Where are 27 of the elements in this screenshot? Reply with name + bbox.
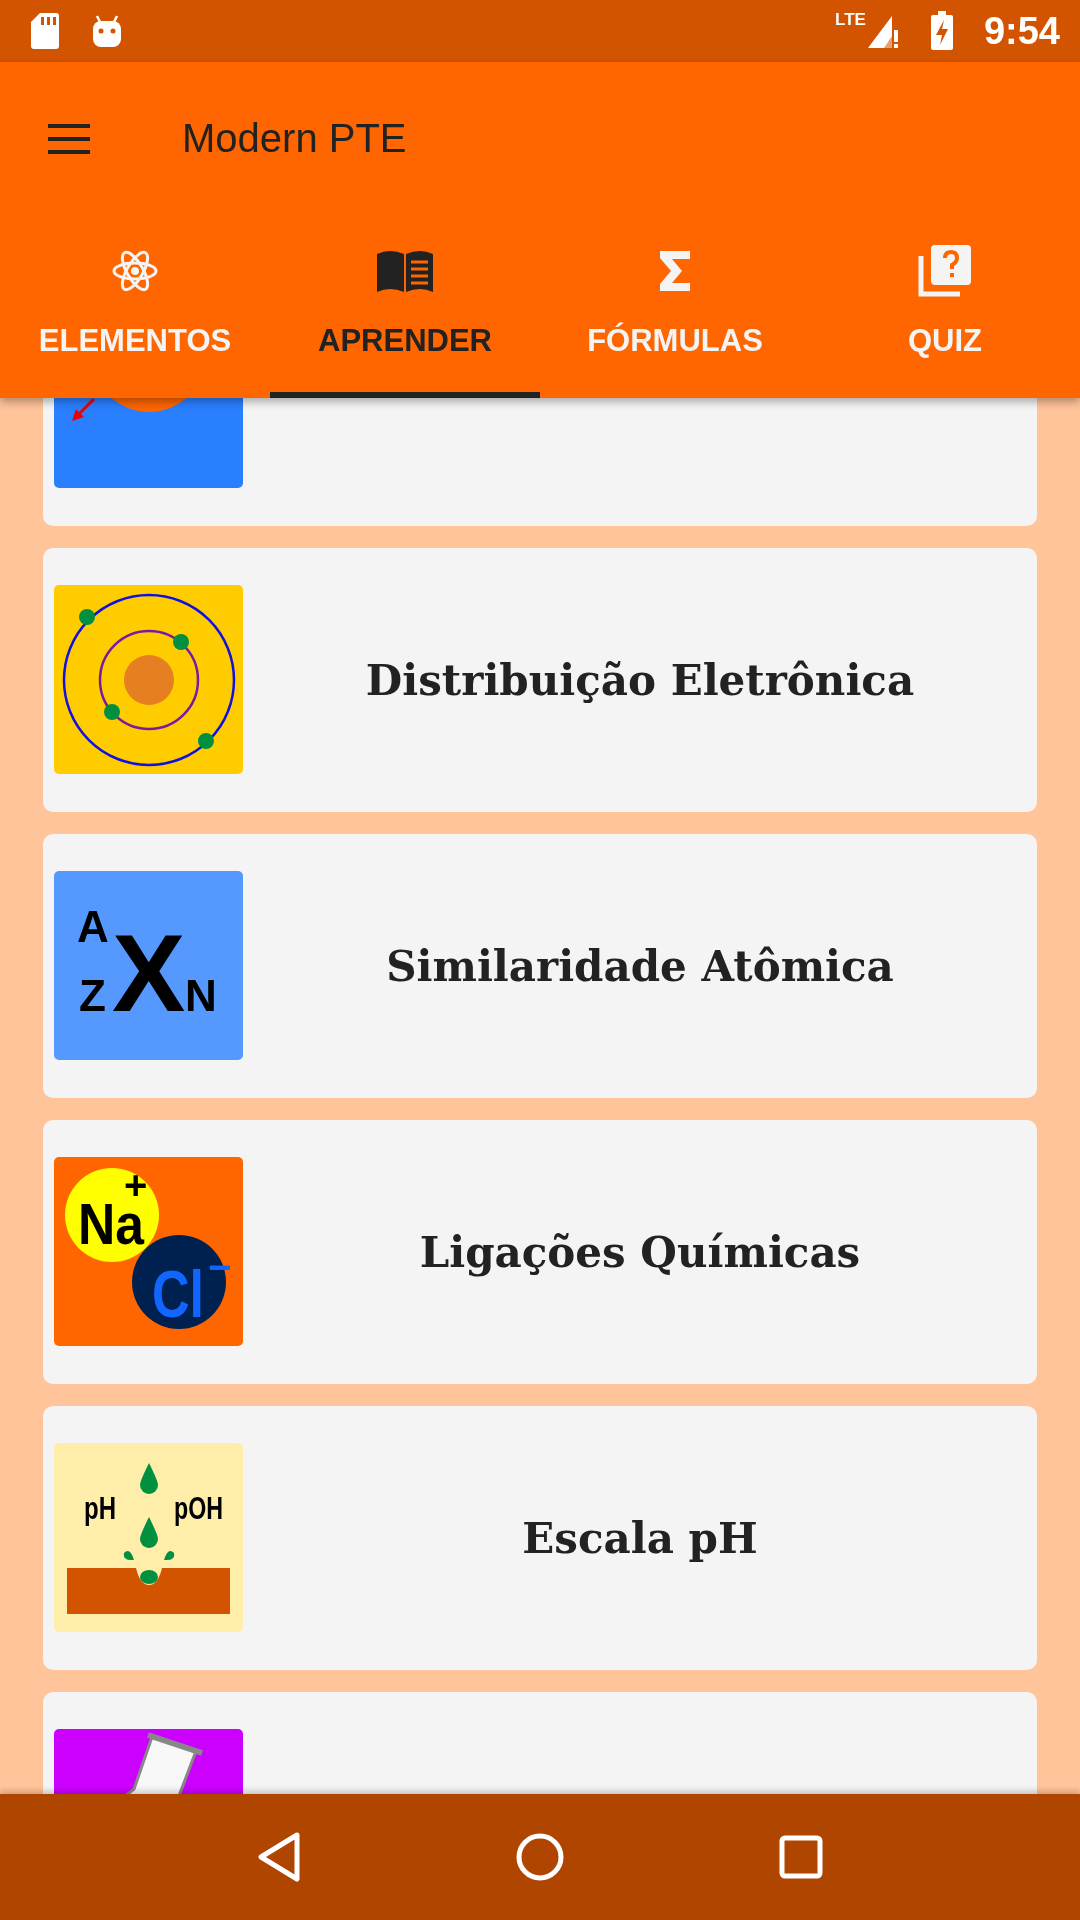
- symbol-text: pOH: [174, 1490, 242, 1526]
- topic-title: Ligações Químicas: [418, 1227, 862, 1277]
- symbol-text: N: [185, 971, 217, 1020]
- symbol-text: Z: [79, 971, 106, 1020]
- topic-card[interactable]: [43, 398, 1037, 526]
- topic-title: Escala pH: [521, 1513, 759, 1563]
- topic-card[interactable]: pH pOH Escala pH: [43, 1406, 1037, 1670]
- android-icon: [90, 14, 124, 48]
- symbol-text: pH: [84, 1490, 127, 1526]
- network-label: LTE: [835, 10, 866, 30]
- topic-title: Similaridade Atômica: [385, 941, 895, 991]
- back-icon[interactable]: [257, 1832, 301, 1882]
- sigma-icon: [658, 251, 692, 291]
- symbol-text: X: [112, 911, 186, 1034]
- sd-card-icon: [30, 12, 60, 50]
- book-icon: [375, 248, 435, 294]
- symbol-text: A: [77, 902, 109, 951]
- battery-charging-icon: [929, 11, 954, 51]
- recents-icon[interactable]: [779, 1835, 823, 1879]
- menu-icon[interactable]: [48, 123, 90, 154]
- topic-title: Distribuição Eletrônica: [364, 655, 916, 705]
- quiz-icon: [918, 244, 972, 298]
- clock-time: 9:54: [983, 9, 1060, 53]
- atom-orbits-icon: [54, 585, 243, 774]
- home-icon[interactable]: [515, 1832, 565, 1882]
- app-title: Modern PTE: [182, 116, 407, 161]
- topic-card[interactable]: Distribuição Eletrônica: [43, 548, 1037, 812]
